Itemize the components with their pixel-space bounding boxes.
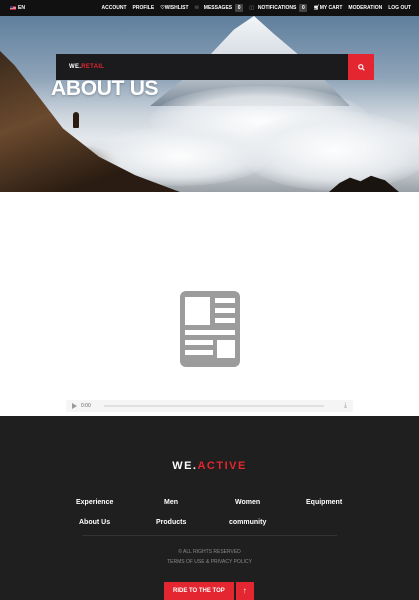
top-bar: EN ACCOUNT PROFILE ♡WISHLIST ✉ MESSAGES 0 … <box>0 0 419 16</box>
search-button[interactable] <box>348 54 374 80</box>
document-placeholder-icon <box>179 290 241 373</box>
search-brand-logo: WE.RETAIL <box>69 64 105 70</box>
us-flag-icon <box>10 6 16 10</box>
bell-icon: ◫ <box>249 5 254 11</box>
ride-to-top-button[interactable]: RIDE TO THE TOP ↑ <box>164 582 254 600</box>
footer-link-experience[interactable]: Experience <box>76 499 113 506</box>
logout-link[interactable]: LOG OUT <box>388 5 411 11</box>
audio-player: 0:00 ⤓ <box>66 400 353 412</box>
notifications-count-badge: 0 <box>299 4 308 12</box>
account-link[interactable]: ACCOUNT <box>102 5 127 11</box>
footer-link-community[interactable]: community <box>229 519 266 526</box>
footer-link-products[interactable]: Products <box>156 519 186 526</box>
search-icon <box>357 63 365 71</box>
download-icon[interactable]: ⤓ <box>344 402 347 410</box>
footer: WE.ACTIVE Experience Men Women Equipment… <box>0 416 419 600</box>
ride-to-top-label: RIDE TO THE TOP <box>164 582 234 600</box>
wishlist-link[interactable]: ♡WISHLIST <box>160 5 188 11</box>
notifications-link[interactable]: ◫ NOTIFICATIONS 0 <box>249 4 308 12</box>
footer-divider <box>82 535 337 536</box>
envelope-icon: ✉ <box>194 5 199 11</box>
footer-copyright: © ALL RIGHTS RESERVED <box>178 549 241 555</box>
hero-banner: WE.RETAIL ABOUT US <box>0 16 419 192</box>
top-nav: ACCOUNT PROFILE ♡WISHLIST ✉ MESSAGES 0 ◫ NO… <box>102 0 411 16</box>
wishlist-label: WISHLIST <box>164 5 189 11</box>
moderation-link[interactable]: MODERATION <box>348 5 382 11</box>
cart-label: MY CART <box>319 5 343 11</box>
arrow-up-icon[interactable]: ↑ <box>235 582 254 600</box>
footer-link-about-us[interactable]: About Us <box>79 519 110 526</box>
cart-link[interactable]: 🛒︎MY CART <box>313 5 342 11</box>
play-icon[interactable] <box>72 403 77 409</box>
messages-link[interactable]: ✉ MESSAGES 0 <box>195 4 244 12</box>
language-selector[interactable]: EN <box>10 5 25 11</box>
profile-link[interactable]: PROFILE <box>133 5 155 11</box>
page-title: ABOUT US <box>51 77 159 100</box>
notifications-label: NOTIFICATIONS <box>257 5 297 11</box>
player-progress-track[interactable] <box>104 405 324 407</box>
footer-logo[interactable]: WE.ACTIVE <box>0 460 419 472</box>
footer-link-men[interactable]: Men <box>164 499 178 506</box>
messages-label: MESSAGES <box>203 5 233 11</box>
hero-hiker <box>73 112 79 128</box>
language-label: EN <box>18 5 25 11</box>
footer-link-women[interactable]: Women <box>235 499 260 506</box>
footer-link-equipment[interactable]: Equipment <box>306 499 342 506</box>
player-time: 0:00 <box>81 403 91 409</box>
messages-count-badge: 0 <box>235 4 244 12</box>
footer-terms-link[interactable]: TERMS OF USE & PRIVACY POLICY <box>0 559 419 565</box>
